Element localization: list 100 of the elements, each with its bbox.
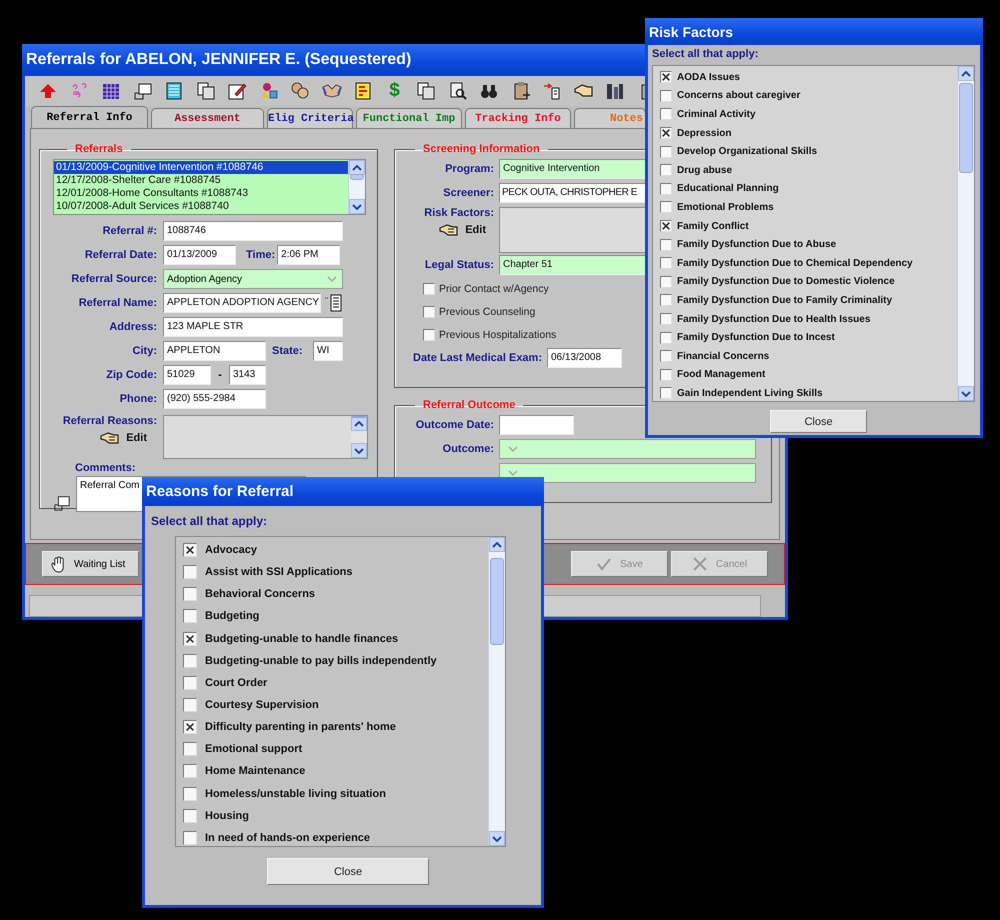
copy-icon[interactable] [196, 81, 216, 101]
waiting-list-button[interactable]: Waiting List [42, 551, 139, 577]
referral-list[interactable]: 01/13/2009-Cognitive Intervention #1088746 12/17/2008-Shelter Care #1088745 12/01/2008-Home Consultants #1088743 10/07/2008-Adult Services #1088740 [53, 159, 366, 215]
checkbox[interactable] [660, 257, 672, 270]
list-item[interactable]: 10/07/2008-Adult Services #1088740 [54, 200, 348, 213]
checkbox-label: Family Dysfunction Due to Domestic Violence [677, 276, 895, 288]
search-document-icon[interactable] [448, 81, 468, 101]
checkbox[interactable] [183, 565, 197, 580]
checkbox[interactable] [660, 182, 672, 195]
checkbox[interactable] [660, 350, 672, 362]
field-label: Phone: [118, 393, 157, 405]
input-field[interactable]: 51029 [163, 365, 211, 385]
close-button[interactable]: Close [770, 410, 867, 433]
tab[interactable]: Elig Criteria [267, 108, 353, 128]
checkbox[interactable] [183, 587, 197, 602]
checkbox[interactable] [423, 328, 435, 340]
checkbox[interactable] [423, 306, 435, 318]
edit-button[interactable]: Edit [100, 431, 147, 445]
input-field[interactable]: (920) 555-2984 [163, 389, 266, 409]
close-button[interactable]: Close [267, 858, 429, 885]
copy-icon[interactable] [416, 81, 436, 101]
list-item[interactable]: 01/13/2009-Cognitive Intervention #1088746 [54, 161, 348, 174]
checkbox[interactable] [660, 164, 672, 176]
scrollbar-thumb[interactable] [490, 558, 504, 645]
checkbox[interactable] [660, 127, 672, 140]
checkbox[interactable] [660, 220, 672, 232]
edit-icon[interactable] [227, 81, 247, 101]
scroll-up-button[interactable] [489, 537, 505, 552]
input-field[interactable]: 123 MAPLE STR [163, 317, 343, 337]
checkbox[interactable] [183, 830, 197, 845]
tab[interactable]: Referral Info [31, 106, 148, 128]
checkbox[interactable] [660, 313, 672, 326]
list-lookup-icon[interactable] [324, 294, 342, 312]
tab[interactable]: Assessment [151, 108, 264, 128]
checkbox[interactable] [183, 632, 197, 646]
input-field[interactable]: APPLETON [163, 341, 266, 361]
window-icon[interactable] [53, 494, 71, 512]
dropdown[interactable] [499, 463, 756, 483]
scroll-down-button[interactable] [958, 386, 974, 401]
checkbox-label: In need of hands-on experience [205, 832, 370, 844]
columns-icon[interactable] [605, 81, 625, 101]
window-title: Referrals for ABELON, JENNIFER E. (Sequestered) [26, 51, 412, 69]
input-field[interactable]: 3143 [229, 365, 266, 385]
notebook-icon[interactable] [164, 81, 184, 101]
checkbox[interactable] [183, 742, 197, 756]
calendar-icon[interactable] [101, 81, 121, 101]
scroll-down-button[interactable] [489, 831, 505, 846]
checkbox[interactable] [183, 698, 197, 712]
scroll-up-button[interactable] [349, 160, 365, 175]
checkbox[interactable] [660, 238, 672, 251]
arrow-list-icon[interactable] [542, 81, 562, 101]
checkbox[interactable] [183, 609, 197, 624]
input-field[interactable]: APPLETON ADOPTION AGENCY [163, 293, 321, 313]
window-icon[interactable] [132, 81, 152, 101]
scroll-up-button[interactable] [351, 416, 367, 431]
checkbox[interactable] [660, 332, 672, 344]
dropdown[interactable]: Adoption Agency [163, 269, 343, 289]
checkbox[interactable] [183, 808, 197, 823]
checkbox-label: Family Dysfunction Due to Incest [677, 332, 835, 344]
checkbox[interactable] [660, 90, 672, 102]
checkbox[interactable] [423, 282, 435, 294]
checkbox[interactable] [183, 720, 197, 734]
checkbox[interactable] [660, 108, 672, 120]
checkbox[interactable] [660, 387, 672, 400]
scrollbar-thumb[interactable] [350, 174, 364, 180]
checkbox[interactable] [183, 543, 197, 558]
checkbox[interactable] [660, 276, 672, 288]
shapes-icon[interactable] [258, 81, 278, 101]
scroll-up-button[interactable] [958, 66, 974, 81]
checkbox[interactable] [660, 71, 672, 84]
scrollbar-thumb[interactable] [352, 416, 366, 418]
checkbox-label: Difficulty parenting in parents' home [205, 721, 396, 734]
input-field[interactable] [499, 415, 574, 435]
scrollbar-thumb[interactable] [959, 83, 973, 173]
list-item[interactable]: 12/01/2008-Home Consultants #1088743 [54, 187, 348, 200]
input-field[interactable]: 01/13/2009 [163, 245, 236, 265]
dropdown[interactable] [499, 439, 756, 459]
checkbox[interactable] [660, 368, 672, 381]
up-arrow-icon[interactable] [38, 81, 58, 101]
prompt-text: Select all that apply: [151, 514, 268, 528]
checkbox[interactable] [660, 201, 672, 214]
checkbox[interactable] [183, 676, 197, 690]
scroll-down-button[interactable] [351, 443, 367, 458]
list-item[interactable]: 12/17/2008-Shelter Care #1088745 [54, 174, 348, 187]
field-label: Outcome: [442, 443, 494, 455]
chart-icon[interactable] [353, 81, 373, 101]
tab[interactable]: Functional Imp [356, 108, 462, 128]
people-icon[interactable] [290, 81, 310, 101]
checkbox[interactable] [183, 764, 197, 778]
checkbox[interactable] [660, 146, 672, 158]
input-field[interactable]: 1088746 [163, 221, 343, 241]
input-field[interactable]: WI [313, 341, 343, 361]
field-label: Referral Date: [84, 249, 157, 261]
input-field[interactable]: 06/13/2008 [547, 348, 622, 368]
checkbox[interactable] [183, 786, 197, 801]
input-field[interactable]: 2:06 PM [277, 245, 340, 265]
edit-button[interactable]: Edit [439, 223, 486, 237]
scroll-down-button[interactable] [349, 199, 365, 214]
checkbox[interactable] [183, 654, 197, 668]
checkbox[interactable] [660, 294, 672, 306]
